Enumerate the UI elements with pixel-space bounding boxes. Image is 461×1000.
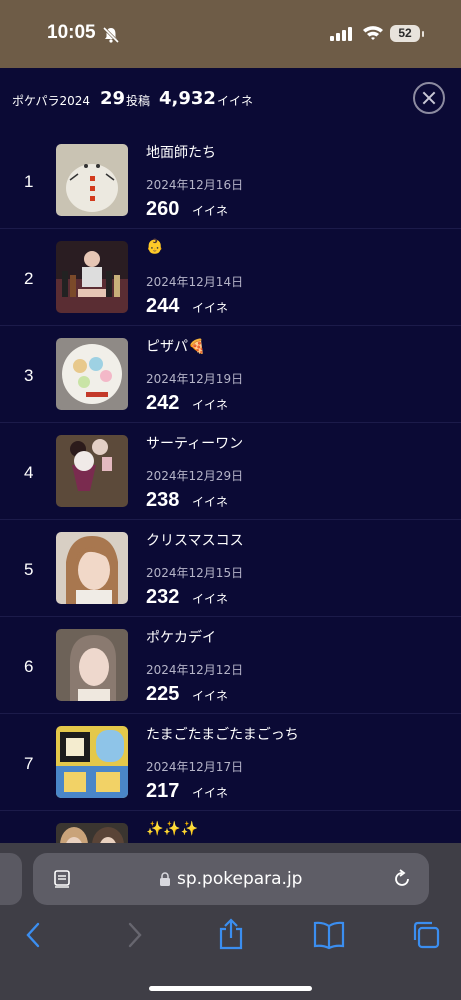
rank-number: 2 [24, 269, 34, 288]
likes-unit: イイネ [192, 786, 229, 800]
post-title: たまごたまごたまごっち [146, 727, 299, 743]
rank-number: 4 [24, 463, 34, 482]
likes-unit: イイネ [192, 689, 229, 703]
post-date: 2024年12月14日 [146, 275, 244, 289]
post-date: 2024年12月17日 [146, 760, 244, 774]
post-title: 👶 [146, 239, 164, 255]
rank-number: 7 [24, 754, 34, 773]
post-thumbnail[interactable] [56, 144, 128, 216]
post-date: 2024年12月16日 [146, 178, 244, 192]
post-thumbnail[interactable] [56, 532, 128, 604]
likes-unit: イイネ [192, 301, 229, 315]
post-date: 2024年12月15日 [146, 566, 244, 580]
lock-icon [160, 872, 170, 886]
likes-unit: イイネ [192, 204, 229, 218]
post-likes: 244 [146, 295, 180, 317]
summary-header: ポケパラ2024 29 投稿 4,932 イイネ [0, 68, 461, 132]
list-item[interactable]: 6 ポケカデイ 2024年12月12日 225 イイネ [0, 617, 461, 714]
post-title: ピザパ🍕 [146, 339, 206, 355]
previous-tab[interactable] [0, 853, 22, 905]
summary-label: ポケパラ2024 [12, 94, 91, 108]
post-likes: 260 [146, 198, 180, 220]
post-thumbnail[interactable] [56, 629, 128, 701]
signal-icon [330, 27, 352, 41]
back-icon[interactable] [24, 920, 44, 950]
posts-unit: 投稿 [126, 94, 151, 108]
list-item[interactable]: 1 地面師たち 2024年12月16日 260 イイネ [0, 132, 461, 229]
share-icon[interactable] [217, 918, 245, 950]
rank-number: 1 [24, 172, 34, 191]
url-text: sp.pokepara.jp [177, 869, 303, 889]
post-thumbnail[interactable] [56, 241, 128, 313]
post-likes: 225 [146, 683, 180, 705]
status-time: 10:05 [47, 22, 96, 43]
likes-unit: イイネ [192, 495, 229, 509]
reader-icon[interactable] [53, 869, 73, 889]
list-item[interactable]: 3 ピザパ🍕 2024年12月19日 242 イイネ [0, 326, 461, 423]
list-item[interactable]: 4 サーティーワン 2024年12月29日 238 イイネ [0, 423, 461, 520]
post-likes: 238 [146, 489, 180, 511]
post-thumbnail[interactable] [56, 726, 128, 798]
home-indicator[interactable] [149, 986, 312, 991]
forward-icon[interactable] [124, 920, 144, 950]
likes-total: 4,932 [159, 88, 216, 109]
post-likes: 232 [146, 586, 180, 608]
post-thumbnail[interactable] [56, 435, 128, 507]
post-title: サーティーワン [146, 436, 244, 452]
list-item[interactable]: 5 クリスマスコス 2024年12月15日 232 イイネ [0, 520, 461, 617]
list-item[interactable]: 7 たまごたまごたまごっち 2024年12月17日 217 イイネ [0, 714, 461, 811]
post-date: 2024年12月12日 [146, 663, 244, 677]
bell-off-icon [102, 26, 120, 44]
post-title: クリスマスコス [146, 533, 244, 549]
post-title: ポケカデイ [146, 630, 216, 646]
rank-number: 6 [24, 657, 34, 676]
post-thumbnail[interactable] [56, 338, 128, 410]
rank-number: 3 [24, 366, 34, 385]
close-icon[interactable] [413, 82, 445, 114]
post-likes: 217 [146, 780, 180, 802]
post-likes: 242 [146, 392, 180, 414]
post-date: 2024年12月19日 [146, 372, 244, 386]
wifi-icon [363, 26, 383, 40]
reload-icon[interactable] [391, 868, 413, 890]
posts-count: 29 [100, 88, 126, 109]
browser-toolbar: sp.pokepara.jp [0, 843, 461, 1000]
rank-number: 5 [24, 560, 34, 579]
status-bar: 10:05 52 [0, 0, 461, 68]
post-date: 2024年12月29日 [146, 469, 244, 483]
battery-tip [422, 31, 424, 37]
address-bar[interactable]: sp.pokepara.jp [33, 853, 429, 905]
tabs-icon[interactable] [411, 920, 441, 950]
bookmarks-icon[interactable] [313, 920, 345, 950]
post-title: 地面師たち [146, 145, 216, 161]
likes-unit: イイネ [192, 592, 229, 606]
list-item[interactable]: 2 👶 2024年12月14日 244 イイネ [0, 229, 461, 326]
likes-total-unit: イイネ [217, 94, 254, 108]
post-title: ✨✨✨ [146, 821, 199, 837]
battery-icon: 52 [390, 25, 420, 42]
likes-unit: イイネ [192, 398, 229, 412]
